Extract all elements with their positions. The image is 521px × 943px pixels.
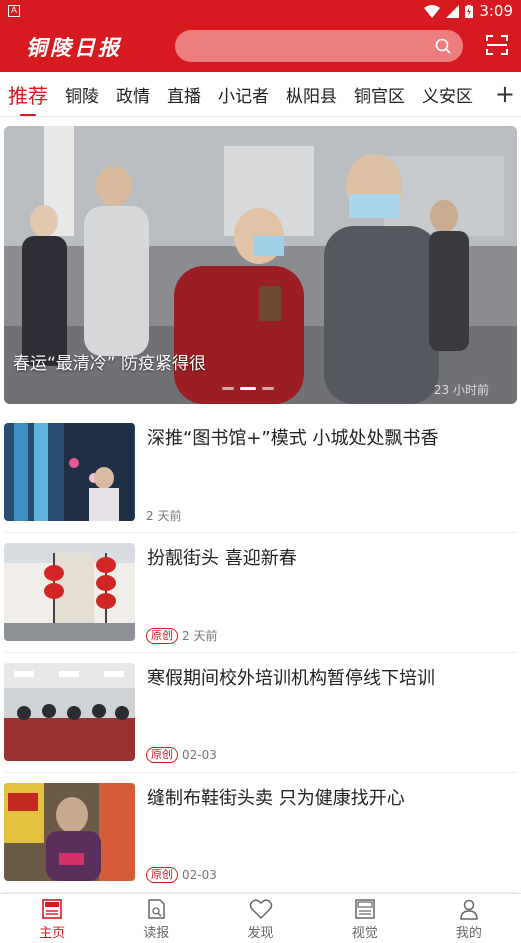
carousel-dot bbox=[262, 387, 274, 390]
battery-icon bbox=[465, 4, 474, 18]
carousel-dots bbox=[222, 387, 274, 390]
nav-read-paper[interactable]: 读报 bbox=[104, 894, 208, 943]
channel-tab[interactable]: 铜官区 bbox=[354, 82, 405, 107]
banner-time: 23 小时前 bbox=[433, 383, 489, 397]
news-visual-icon bbox=[354, 899, 375, 919]
search-icon bbox=[435, 38, 451, 54]
scan-icon[interactable] bbox=[485, 33, 509, 57]
news-title: 扮靓街头 喜迎新春 bbox=[147, 548, 297, 569]
news-item[interactable]: 深推“图书馆+”模式 小城处处飘书香 2 天前 bbox=[4, 413, 517, 533]
carousel-dot-active bbox=[240, 387, 256, 390]
channel-tab[interactable]: 小记者 bbox=[218, 82, 269, 107]
news-time: 2 天前 bbox=[146, 509, 182, 523]
nav-profile[interactable]: 我的 bbox=[417, 894, 521, 943]
channel-tab[interactable]: 政情 bbox=[116, 82, 150, 107]
news-thumbnail bbox=[4, 663, 135, 761]
app-logo: 铜陵日报 bbox=[26, 35, 122, 60]
channel-fade bbox=[467, 72, 491, 116]
nav-visual[interactable]: 视觉 bbox=[313, 894, 417, 943]
news-time: 02-03 bbox=[182, 868, 217, 882]
news-time: 02-03 bbox=[182, 748, 217, 762]
add-channel-icon[interactable]: + bbox=[495, 82, 515, 106]
channel-tab[interactable]: 推荐 bbox=[8, 80, 48, 109]
banner-carousel[interactable]: 春运“最清冷” 防疫紧得很 23 小时前 bbox=[4, 126, 517, 404]
wifi-icon bbox=[424, 4, 441, 18]
channel-tab[interactable]: 直播 bbox=[167, 82, 201, 107]
news-list: 深推“图书馆+”模式 小城处处飘书香 2 天前 扮靓街头 喜迎新春 原创 2 天… bbox=[0, 413, 521, 893]
channel-tab[interactable]: 义安区 bbox=[422, 82, 473, 107]
news-meta: 原创 02-03 bbox=[146, 867, 217, 883]
search-input[interactable] bbox=[175, 30, 463, 62]
original-tag: 原创 bbox=[146, 747, 178, 763]
nav-label: 发现 bbox=[247, 926, 274, 941]
newspaper-icon bbox=[148, 899, 166, 919]
status-right: 3:09 bbox=[424, 2, 513, 20]
status-time: 3:09 bbox=[479, 2, 513, 20]
nav-label: 视觉 bbox=[351, 926, 378, 941]
news-meta: 原创 2 天前 bbox=[146, 627, 217, 644]
news-item[interactable]: 缝制布鞋街头卖 只为健康找开心 原创 02-03 bbox=[4, 773, 517, 893]
news-thumbnail bbox=[4, 543, 135, 641]
news-thumbnail bbox=[4, 423, 135, 521]
news-title: 深推“图书馆+”模式 小城处处飘书香 bbox=[147, 428, 439, 449]
banner-caption: 春运“最清冷” 防疫紧得很 bbox=[13, 354, 207, 374]
nav-home[interactable]: 主页 bbox=[0, 894, 104, 943]
nav-label: 主页 bbox=[39, 926, 66, 941]
channel-list: 推荐 铜陵 政情 直播 小记者 枞阳县 铜官区 义安区 bbox=[0, 72, 488, 116]
app-header: 铜陵日报 bbox=[0, 22, 521, 72]
notification-a-icon: A bbox=[8, 5, 20, 17]
heart-icon bbox=[249, 899, 272, 920]
nav-label: 我的 bbox=[455, 926, 482, 941]
original-tag: 原创 bbox=[146, 867, 178, 883]
news-time: 2 天前 bbox=[182, 629, 218, 643]
news-title: 缝制布鞋街头卖 只为健康找开心 bbox=[147, 788, 405, 809]
news-thumbnail bbox=[4, 783, 135, 881]
carousel-dot bbox=[222, 387, 234, 390]
signal-icon bbox=[446, 4, 460, 18]
news-meta: 原创 02-03 bbox=[146, 747, 217, 763]
profile-icon bbox=[460, 899, 478, 920]
news-meta: 2 天前 bbox=[146, 507, 181, 524]
nav-discover[interactable]: 发现 bbox=[208, 894, 312, 943]
channel-tab[interactable]: 铜陵 bbox=[65, 82, 99, 107]
news-title: 寒假期间校外培训机构暂停线下培训 bbox=[147, 668, 435, 689]
channel-bar: 推荐 铜陵 政情 直播 小记者 枞阳县 铜官区 义安区 + bbox=[0, 72, 521, 117]
home-news-icon bbox=[42, 899, 62, 919]
nav-label: 读报 bbox=[143, 926, 170, 941]
status-bar: A 3:09 bbox=[0, 0, 521, 22]
bottom-nav: 主页 读报 发现 视觉 我的 bbox=[0, 893, 521, 943]
channel-tab[interactable]: 枞阳县 bbox=[286, 82, 337, 107]
news-item[interactable]: 扮靓街头 喜迎新春 原创 2 天前 bbox=[4, 533, 517, 653]
original-tag: 原创 bbox=[146, 627, 178, 644]
news-item[interactable]: 寒假期间校外培训机构暂停线下培训 原创 02-03 bbox=[4, 653, 517, 773]
